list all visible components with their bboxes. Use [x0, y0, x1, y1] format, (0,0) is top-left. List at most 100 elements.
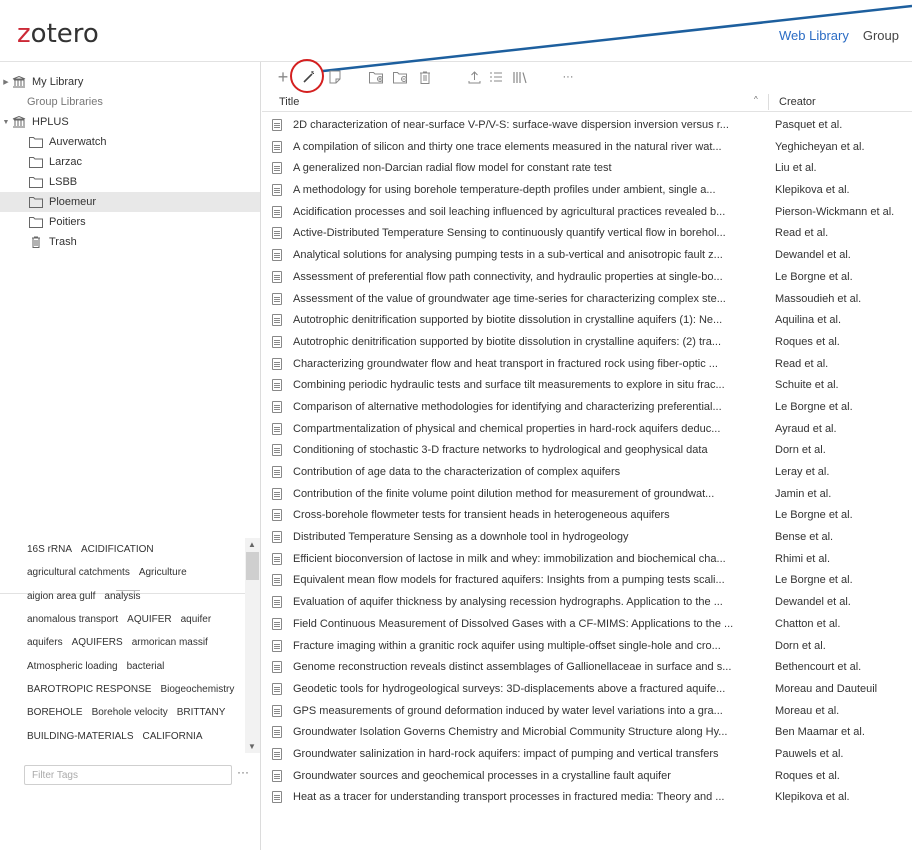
document-icon	[272, 747, 282, 760]
item-row[interactable]: Contribution of the finite volume point …	[262, 483, 912, 505]
item-creator: Moreau and Dauteuil	[775, 682, 878, 695]
item-row[interactable]: Acidification processes and soil leachin…	[262, 201, 912, 223]
item-title: Comparison of alternative methodologies …	[293, 400, 722, 413]
column-creator[interactable]: Creator	[779, 96, 816, 108]
tag-scrollbar[interactable]: ▲ ▼	[245, 538, 260, 753]
tag-item[interactable]: analysis	[104, 591, 140, 602]
item-row[interactable]: Combining periodic hydraulic tests and s…	[262, 374, 912, 396]
tag-item[interactable]: anomalous transport	[27, 614, 118, 625]
collection-poitiers[interactable]: Poitiers	[0, 212, 260, 232]
remove-collection-icon[interactable]	[392, 68, 410, 86]
new-collection-icon[interactable]	[368, 68, 386, 86]
item-row[interactable]: A methodology for using borehole tempera…	[262, 179, 912, 201]
tag-line: BOREHOLE Borehole velocity BRITTANY	[0, 701, 245, 724]
item-creator: Roques et al.	[775, 335, 840, 348]
item-title: GPS measurements of ground deformation i…	[293, 704, 723, 717]
tag-item[interactable]: aigion area gulf	[27, 591, 95, 602]
collection-auverwatch[interactable]: Auverwatch	[0, 132, 260, 152]
column-title[interactable]: Title	[279, 96, 299, 108]
tag-item[interactable]: armorican massif	[132, 637, 208, 648]
document-icon	[272, 466, 282, 478]
tree-label: Trash	[49, 236, 77, 248]
trash-icon[interactable]	[416, 68, 434, 86]
item-row[interactable]: Compartmentalization of physical and che…	[262, 418, 912, 440]
collection-label: Poitiers	[49, 216, 86, 228]
item-row[interactable]: Groundwater Isolation Governs Chemistry …	[262, 721, 912, 743]
item-row[interactable]: Comparison of alternative methodologies …	[262, 396, 912, 418]
tag-item[interactable]: Atmospheric loading	[27, 661, 118, 672]
item-row[interactable]: GPS measurements of ground deformation i…	[262, 700, 912, 722]
tag-options-button[interactable]: ···	[237, 765, 249, 779]
expand-arrow-icon[interactable]: ▶	[0, 78, 12, 86]
tag-item[interactable]: 16S rRNA	[27, 544, 72, 555]
item-row[interactable]: Assessment of the value of groundwater a…	[262, 288, 912, 310]
collection-ploemeur[interactable]: Ploemeur	[0, 192, 260, 212]
item-row[interactable]: Equivalent mean flow models for fracture…	[262, 569, 912, 591]
tag-item[interactable]: BRITTANY	[177, 707, 226, 718]
item-row[interactable]: Autotrophic denitrification supported by…	[262, 309, 912, 331]
item-row[interactable]: Efficient bioconversion of lactose in mi…	[262, 548, 912, 570]
tree-item-my-library[interactable]: ▶ My Library	[0, 72, 260, 92]
tag-item[interactable]: AQUIFERS	[72, 637, 123, 648]
tag-item[interactable]: AQUIFER	[127, 614, 171, 625]
item-row[interactable]: Assessment of preferential flow path con…	[262, 266, 912, 288]
bibliography-icon[interactable]	[487, 68, 505, 86]
document-icon	[272, 639, 282, 652]
collection-lsbb[interactable]: LSBB	[0, 172, 260, 192]
document-icon	[272, 422, 282, 435]
nav-groups[interactable]: Group	[863, 28, 899, 43]
export-icon[interactable]	[465, 68, 483, 86]
item-row[interactable]: Contribution of age data to the characte…	[262, 461, 912, 483]
tag-item[interactable]: aquifers	[27, 637, 63, 648]
item-title: Contribution of the finite volume point …	[293, 487, 715, 500]
item-row[interactable]: Analytical solutions for analysing pumpi…	[262, 244, 912, 266]
item-row[interactable]: Characterizing groundwater flow and heat…	[262, 353, 912, 375]
tag-item[interactable]: ACIDIFICATION	[81, 544, 154, 555]
item-title: Efficient bioconversion of lactose in mi…	[293, 552, 726, 565]
tree-item-trash[interactable]: Trash	[0, 232, 260, 252]
item-row[interactable]: Autotrophic denitrification supported by…	[262, 331, 912, 353]
folder-icon	[29, 197, 43, 208]
collapse-arrow-icon[interactable]: ▼	[0, 119, 12, 126]
item-row[interactable]: Conditioning of stochastic 3-D fracture …	[262, 439, 912, 461]
library-icon[interactable]	[511, 68, 529, 86]
scroll-up-icon[interactable]: ▲	[248, 540, 256, 549]
item-row[interactable]: Heat as a tracer for understanding trans…	[262, 786, 912, 808]
nav-web-library[interactable]: Web Library	[779, 28, 849, 43]
item-row[interactable]: Active-Distributed Temperature Sensing t…	[262, 222, 912, 244]
new-note-icon[interactable]	[326, 68, 344, 86]
tag-item[interactable]: BOREHOLE	[27, 707, 83, 718]
tag-item[interactable]: Agriculture	[139, 567, 187, 578]
item-row[interactable]: Field Continuous Measurement of Dissolve…	[262, 613, 912, 635]
tree-item-hplus[interactable]: ▼ HPLUS	[0, 112, 260, 132]
item-row[interactable]: Genome reconstruction reveals distinct a…	[262, 656, 912, 678]
zotero-logo[interactable]: zotero	[17, 19, 99, 49]
item-row[interactable]: Distributed Temperature Sensing as a dow…	[262, 526, 912, 548]
collection-larzac[interactable]: Larzac	[0, 152, 260, 172]
item-row[interactable]: A generalized non-Darcian radial flow mo…	[262, 157, 912, 179]
tag-item[interactable]: Biogeochemistry	[160, 684, 234, 695]
item-row[interactable]: Cross-borehole flowmeter tests for trans…	[262, 504, 912, 526]
sort-ascending-icon[interactable]: ^	[754, 95, 758, 104]
tag-item[interactable]: BAROTROPIC RESPONSE	[27, 684, 151, 695]
filter-tags-input[interactable]	[24, 765, 232, 785]
item-row[interactable]: Geodetic tools for hydrogeological surve…	[262, 678, 912, 700]
tag-item[interactable]: Borehole velocity	[92, 707, 168, 718]
tag-item[interactable]: bacterial	[127, 661, 165, 672]
scroll-down-icon[interactable]: ▼	[248, 742, 256, 751]
tag-item[interactable]: aquifer	[181, 614, 212, 625]
scrollbar-thumb[interactable]	[246, 552, 259, 580]
item-row[interactable]: A compilation of silicon and thirty one …	[262, 136, 912, 158]
document-icon	[272, 119, 282, 131]
item-creator: Dewandel et al.	[775, 596, 851, 609]
item-row[interactable]: 2D characterization of near-surface V-P/…	[262, 114, 912, 136]
tag-item[interactable]: BUILDING-MATERIALS	[27, 731, 134, 742]
column-resizer[interactable]	[768, 94, 769, 110]
item-row[interactable]: Evaluation of aquifer thickness by analy…	[262, 591, 912, 613]
item-row[interactable]: Fracture imaging within a granitic rock …	[262, 635, 912, 657]
item-row[interactable]: Groundwater salinization in hard-rock aq…	[262, 743, 912, 765]
tag-item[interactable]: CALIFORNIA	[143, 731, 203, 742]
more-icon[interactable]: ···	[559, 68, 577, 86]
tag-item[interactable]: agricultural catchments	[27, 567, 130, 578]
item-row[interactable]: Groundwater sources and geochemical proc…	[262, 765, 912, 787]
